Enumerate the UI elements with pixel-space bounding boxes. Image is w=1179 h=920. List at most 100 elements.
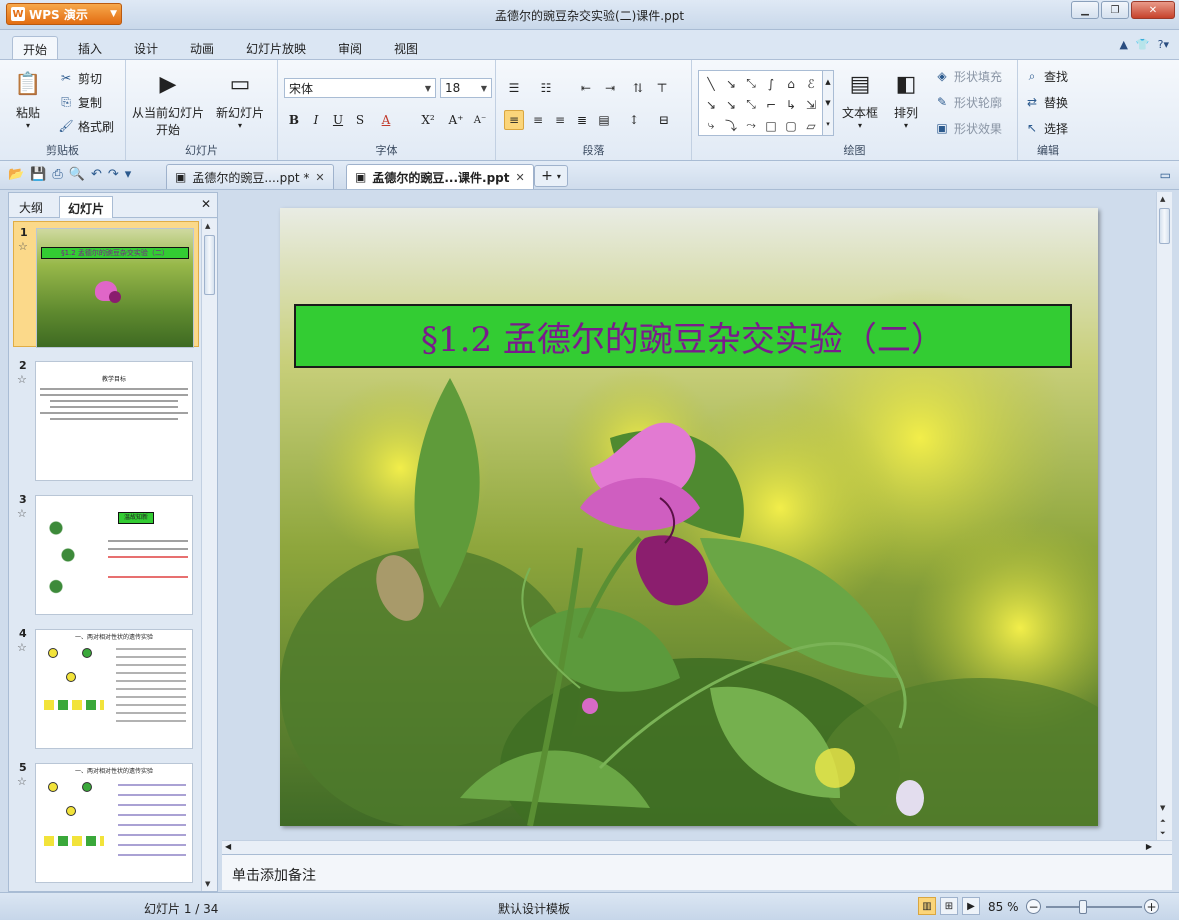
close-icon[interactable]: ✕ [516,171,525,184]
print-icon[interactable]: ⎙ [52,167,62,182]
thumbnail-5[interactable]: 5 ☆ 一、两对相对性状的遗传实验 [13,757,199,883]
decrease-indent-icon[interactable]: ⇤ [576,78,596,98]
copy-button[interactable]: ⎘ 复制 [58,92,102,112]
cut-button[interactable]: ✂ 剪切 [58,68,102,88]
customize-toolbar-icon[interactable]: ▾ [125,167,132,182]
grow-font-icon[interactable]: A⁺ [446,110,466,130]
slide-sorter-icon[interactable]: ⊞ [940,897,958,915]
columns-icon[interactable]: ⊟ [654,110,674,130]
zoom-out-button[interactable]: − [1026,899,1041,914]
connector-shape-icon[interactable]: ↘ [701,94,721,115]
shadow-button[interactable]: S [350,110,370,130]
rectangle-shape-icon[interactable]: □ [761,115,781,136]
increase-indent-icon[interactable]: ⇥ [600,78,620,98]
font-family-select[interactable]: 宋体 ▼ [284,78,436,98]
connector-double-shape-icon[interactable]: ⤡ [741,94,761,115]
scroll-thumb[interactable] [204,235,215,295]
zoom-in-button[interactable]: + [1144,899,1159,914]
italic-button[interactable]: I [306,110,326,130]
undo-icon[interactable]: ↶ [91,167,102,182]
font-color-button[interactable]: A [376,110,396,130]
arrange-button[interactable]: ◧ 排列 ▾ [890,68,922,131]
align-right-icon[interactable]: ≡ [550,110,570,130]
tab-slides[interactable]: 幻灯片 [59,196,114,218]
rounded-rect-shape-icon[interactable]: ▢ [781,115,801,136]
tab-slideshow[interactable]: 幻灯片放映 [236,36,316,60]
tab-insert[interactable]: 插入 [68,36,112,60]
paste-button[interactable]: 📋 粘贴 ▾ [12,68,44,131]
save-icon[interactable]: 💾 [30,167,46,182]
scribble-shape-icon[interactable]: ℰ [801,73,821,94]
elbow-arrow-shape-icon[interactable]: ↳ [781,94,801,115]
align-center-icon[interactable]: ≡ [528,110,548,130]
expand-gallery-icon[interactable]: ▾ [826,120,830,128]
replace-button[interactable]: ⇄ 替换 [1024,92,1068,112]
scroll-down-icon[interactable]: ▼ [205,880,210,888]
tab-review[interactable]: 审阅 [328,36,372,60]
new-slide-button[interactable]: ▭ 新幻灯片 ▾ [216,68,264,131]
justify-icon[interactable]: ≣ [572,110,592,130]
open-folder-icon[interactable]: 📂 [8,167,24,182]
scroll-up-icon[interactable]: ▲ [205,222,210,230]
align-text-icon[interactable]: ⊤ [652,78,672,98]
shape-fill-button[interactable]: ◈ 形状填充 [934,66,1002,86]
skin-icon[interactable]: 👕 [1136,38,1150,51]
select-button[interactable]: ↖ 选择 [1024,118,1068,138]
distribute-icon[interactable]: ▤ [594,110,614,130]
font-size-select[interactable]: 18 ▼ [440,78,492,98]
tab-home[interactable]: 开始 [12,36,59,60]
shapes-gallery-scroll[interactable]: ▲ ▼ ▾ [822,70,834,136]
normal-view-icon[interactable]: ▥ [918,897,936,915]
bullet-list-icon[interactable]: ☰ [504,78,524,98]
shrink-font-icon[interactable]: A⁻ [470,110,490,130]
print-preview-icon[interactable]: 🔍 [69,167,85,182]
slide-vertical-scrollbar[interactable]: ▲ ▼ ⏶ ⏷ [1156,192,1172,840]
connector-arrow-shape-icon[interactable]: ↘ [721,94,741,115]
text-direction-icon[interactable]: ⇅ [628,78,648,98]
shape-effect-button[interactable]: ▣ 形状效果 [934,118,1002,138]
line-spacing-icon[interactable]: ↕ [624,110,644,130]
slide-title[interactable]: §1.2 孟德尔的豌豆杂交实验（二） [294,304,1072,368]
thumbnail-1[interactable]: 1 ☆ §1.2 孟德尔的豌豆杂交实验（二） [13,221,199,348]
curve-shape-icon[interactable]: ∫ [761,73,781,94]
scroll-thumb[interactable] [1159,208,1170,244]
notes-area[interactable]: 单击添加备注 [222,854,1172,890]
redo-icon[interactable]: ↷ [108,167,119,182]
align-left-icon[interactable]: ≡ [504,110,524,130]
tab-design[interactable]: 设计 [124,36,168,60]
tab-view[interactable]: 视图 [384,36,428,60]
thumbnail-2[interactable]: 2 ☆ 教学目标 [13,355,199,481]
underline-button[interactable]: U [328,110,348,130]
doc-tab-2[interactable]: ▣ 孟德尔的豌豆...课件.ppt ✕ [346,164,534,189]
line-shape-icon[interactable]: ╲ [701,73,721,94]
format-painter-button[interactable]: 🖌 格式刷 [58,116,114,136]
freeform-shape-icon[interactable]: ⌂ [781,73,801,94]
thumbnail-3[interactable]: 3 ☆ 温故知新 [13,489,199,615]
zoom-slider-handle[interactable] [1079,900,1087,914]
tab-outline[interactable]: 大纲 [11,196,51,218]
find-button[interactable]: ⌕ 查找 [1024,66,1068,86]
slide-canvas[interactable]: §1.2 孟德尔的豌豆杂交实验（二） [280,208,1098,826]
numbered-list-icon[interactable]: ☷ [536,78,556,98]
curved-double-shape-icon[interactable]: ⤳ [741,115,761,136]
close-icon[interactable]: ✕ [201,197,211,211]
double-arrow-shape-icon[interactable]: ⤡ [741,73,761,94]
collapse-ribbon-icon[interactable]: ▲ [1119,38,1127,51]
scroll-left-icon[interactable]: ◀ [225,842,231,851]
slide-horizontal-scrollbar[interactable]: ◀ ▶ [222,840,1172,854]
curved-connector-shape-icon[interactable]: ⤷ [701,115,721,136]
close-button[interactable]: ✕ [1131,1,1175,19]
superscript-icon[interactable]: X² [418,110,438,130]
zoom-slider-track[interactable] [1046,906,1142,908]
scroll-up-icon[interactable]: ▲ [825,78,830,86]
next-slide-icon[interactable]: ⏷ [1160,829,1166,838]
help-icon[interactable]: ?▾ [1158,38,1169,51]
new-tab-button[interactable]: + ▾ [534,165,568,187]
shapes-gallery[interactable]: ╲ ↘ ⤡ ∫ ⌂ ℰ ↘ ↘ ⤡ ⌐ ↳ ⇲ ⤷ ⤵ ⤳ □ ▢ ▱ [698,70,823,136]
start-from-current-button[interactable]: ▶ 从当前幻灯片 开始 [130,68,206,138]
elbow-double-shape-icon[interactable]: ⇲ [801,94,821,115]
arrow-shape-icon[interactable]: ↘ [721,73,741,94]
textbox-button[interactable]: ▤ 文本框 ▾ [842,68,878,131]
tab-animation[interactable]: 动画 [180,36,224,60]
minimize-button[interactable]: ▁ [1071,1,1099,19]
